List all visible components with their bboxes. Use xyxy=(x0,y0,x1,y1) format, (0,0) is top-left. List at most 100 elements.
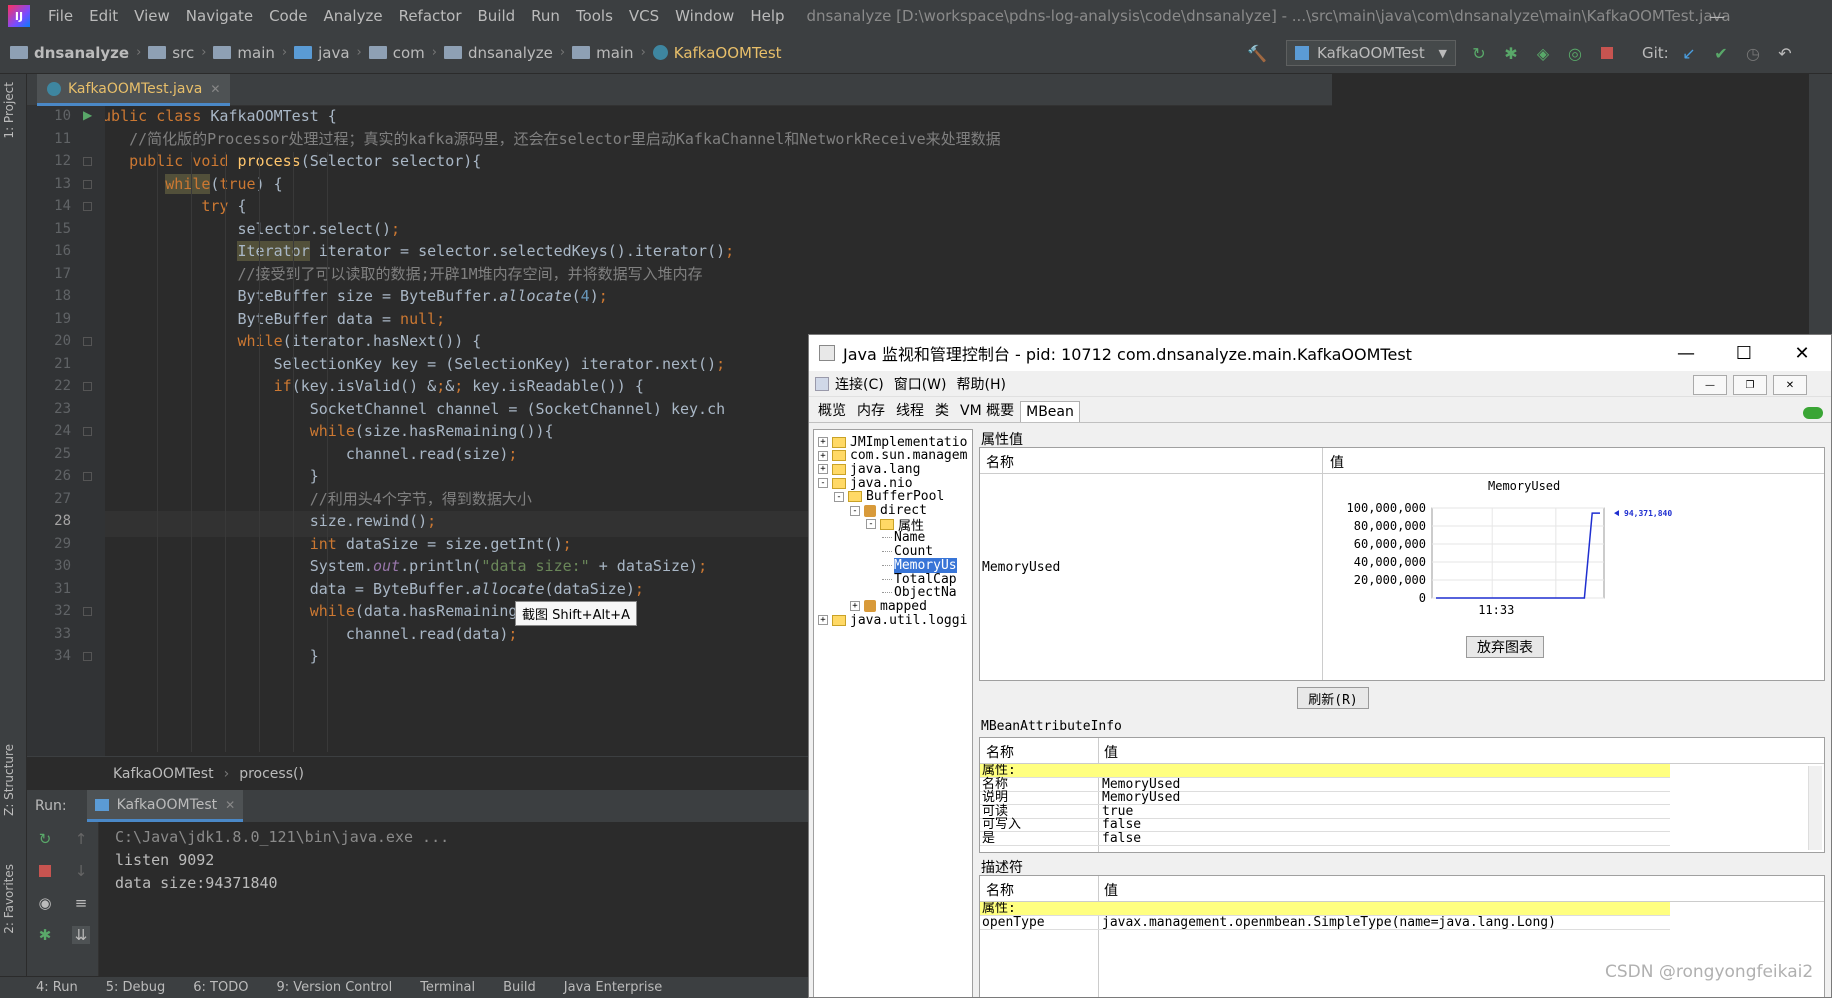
code-line[interactable]: //接受到了可以读取的数据;开辟1M堆内存空间，并将数据写入堆内存 xyxy=(105,263,703,285)
code-line[interactable]: //简化版的Processor处理过程；真实的kafka源码里，还会在selec… xyxy=(105,128,1001,150)
tree-node[interactable]: + java.util.loggi xyxy=(818,612,967,628)
menu-tools[interactable]: Tools xyxy=(568,7,621,25)
tab-threads[interactable]: 线程 xyxy=(891,398,929,422)
menu-vcs[interactable]: VCS xyxy=(621,7,667,25)
table-row[interactable]: 可读 true xyxy=(980,804,1670,819)
crumb-class-name[interactable]: KafkaOOMTest xyxy=(113,766,214,782)
run-configuration-select[interactable]: KafkaOOMTest ▼ xyxy=(1286,40,1456,66)
close-icon[interactable]: ✕ xyxy=(1773,335,1831,371)
code-line[interactable]: data = ByteBuffer.allocate(dataSize); xyxy=(105,578,644,600)
collapse-icon[interactable]: - xyxy=(818,478,828,489)
table-row[interactable]: 属性: xyxy=(980,764,1670,778)
minimize-icon[interactable]: — xyxy=(1657,335,1715,371)
profile-icon[interactable]: ◎ xyxy=(1566,44,1584,63)
structure-tool-tab[interactable]: Z: Structure xyxy=(2,744,16,816)
debug-bug-icon[interactable]: ✱ xyxy=(36,926,54,944)
menu-help[interactable]: Help xyxy=(742,7,792,25)
menu-navigate[interactable]: Navigate xyxy=(178,7,261,25)
collapse-icon[interactable]: - xyxy=(850,505,860,516)
table-row[interactable]: openType javax.management.openmbean.Simpl… xyxy=(980,915,1670,930)
menu-help[interactable]: 帮助(H) xyxy=(956,374,1005,394)
tab-memory[interactable]: 内存 xyxy=(852,398,890,422)
menu-window[interactable]: Window xyxy=(667,7,742,25)
editor-tab-kafkaoomtest[interactable]: KafkaOOMTest.java ✕ xyxy=(37,74,231,106)
expand-icon[interactable]: + xyxy=(818,464,828,475)
coverage-icon[interactable]: ◈ xyxy=(1534,44,1552,63)
fold-marker-icon[interactable] xyxy=(83,179,92,189)
fold-marker-icon[interactable] xyxy=(83,202,92,211)
bottom-tab-terminal[interactable]: Terminal xyxy=(420,980,475,995)
menu-analyze[interactable]: Analyze xyxy=(315,7,390,25)
code-line[interactable]: channel.read(size); xyxy=(105,443,518,465)
build-hammer-icon[interactable]: 🔨 xyxy=(1247,44,1267,63)
collapse-icon[interactable]: - xyxy=(866,519,876,530)
code-line[interactable]: ByteBuffer size = ByteBuffer.allocate(4)… xyxy=(105,285,607,307)
code-line[interactable]: } xyxy=(105,465,319,487)
bottom-tab-vcs[interactable]: 9: Version Control xyxy=(276,980,392,995)
table-row[interactable]: 说明 MemoryUsed xyxy=(980,791,1670,806)
scroll-to-end-icon[interactable]: ⇊ xyxy=(72,926,90,944)
menu-run[interactable]: Run xyxy=(523,7,568,25)
refresh-button[interactable]: 刷新(R) xyxy=(1297,687,1369,709)
fold-marker-icon[interactable] xyxy=(83,472,92,481)
fold-marker-icon[interactable] xyxy=(83,607,92,616)
stop-icon[interactable] xyxy=(1598,44,1616,62)
expand-icon[interactable]: + xyxy=(818,437,828,447)
history-icon[interactable]: ◷ xyxy=(1744,44,1762,63)
expand-icon[interactable]: + xyxy=(850,601,860,612)
rerun-icon[interactable]: ↻ xyxy=(1470,44,1488,63)
menu-refactor[interactable]: Refactor xyxy=(391,7,470,25)
bottom-tab-debug[interactable]: 5: Debug xyxy=(106,980,166,995)
code-line[interactable]: while(data.hasRemaining()) xyxy=(105,600,545,622)
minimize-icon[interactable]: — xyxy=(1688,0,1746,32)
stop-icon[interactable] xyxy=(36,862,54,880)
rerun-icon[interactable]: ↻ xyxy=(36,830,54,848)
code-line[interactable]: //利用头4个字节，得到数据大小 xyxy=(105,488,532,510)
crumb-src[interactable]: src xyxy=(172,44,194,62)
scrollbar[interactable] xyxy=(1808,766,1822,850)
code-line[interactable]: if(key.isValid() &;&; key.isReadable()) … xyxy=(105,375,644,397)
menu-view[interactable]: View xyxy=(126,7,178,25)
fold-marker-icon[interactable] xyxy=(83,157,92,166)
bottom-tab-build[interactable]: Build xyxy=(503,980,536,995)
fold-marker-icon[interactable] xyxy=(83,382,92,391)
crumb-main-pkg[interactable]: main xyxy=(596,44,633,62)
fold-marker-icon[interactable] xyxy=(83,337,92,346)
tab-mbean[interactable]: MBean xyxy=(1020,401,1080,422)
git-commit-icon[interactable]: ✔ xyxy=(1712,44,1730,63)
crumb-main[interactable]: main xyxy=(237,44,274,62)
code-line[interactable]: while(true) { xyxy=(105,173,282,195)
code-line[interactable]: channel.read(data); xyxy=(105,623,518,645)
run-tab-kafkaoomtest[interactable]: KafkaOOMTest ✕ xyxy=(86,790,244,822)
menu-connect[interactable]: 连接(C) xyxy=(835,374,884,394)
menu-file[interactable]: File xyxy=(40,7,81,25)
table-row[interactable]: 属性: xyxy=(980,902,1670,916)
code-line[interactable]: size.rewind(); xyxy=(105,510,436,532)
crumb-java[interactable]: java xyxy=(318,44,349,62)
menu-code[interactable]: Code xyxy=(261,7,315,25)
crumb-method-name[interactable]: process() xyxy=(239,766,304,782)
discard-chart-button[interactable]: 放弃图表 xyxy=(1466,636,1544,658)
bottom-tab-java-enterprise[interactable]: Java Enterprise xyxy=(564,980,662,995)
arrow-down-icon[interactable]: ↓ xyxy=(72,862,90,880)
inner-minimize-button[interactable]: — xyxy=(1693,375,1727,395)
code-line[interactable]: selector.select(); xyxy=(105,218,400,240)
project-tool-tab[interactable]: 1: Project xyxy=(2,82,16,139)
crumb-dnsanalyze[interactable]: dnsanalyze xyxy=(468,44,553,62)
tab-overview[interactable]: 概览 xyxy=(813,398,851,422)
close-icon[interactable]: ✕ xyxy=(210,82,220,96)
crumb-class[interactable]: KafkaOOMTest xyxy=(674,44,782,62)
expand-icon[interactable]: + xyxy=(818,615,828,626)
code-line[interactable]: Iterator iterator = selector.selectedKey… xyxy=(105,240,734,262)
fold-marker-icon[interactable] xyxy=(83,652,92,661)
table-row[interactable]: 是 false xyxy=(980,832,1670,846)
git-update-icon[interactable]: ↙ xyxy=(1680,44,1698,63)
mbean-tree[interactable]: + JMImplementatio + com.sun.managem + java.la… xyxy=(813,429,973,997)
close-icon[interactable]: ✕ xyxy=(225,798,235,812)
menu-build[interactable]: Build xyxy=(470,7,524,25)
menu-edit[interactable]: Edit xyxy=(81,7,126,25)
code-line[interactable]: int dataSize = size.getInt(); xyxy=(105,533,572,555)
inner-restore-button[interactable]: ❐ xyxy=(1733,375,1767,395)
code-line[interactable]: while(size.hasRemaining()){ xyxy=(105,420,554,442)
run-gutter-icon[interactable]: ▶ xyxy=(83,108,92,122)
